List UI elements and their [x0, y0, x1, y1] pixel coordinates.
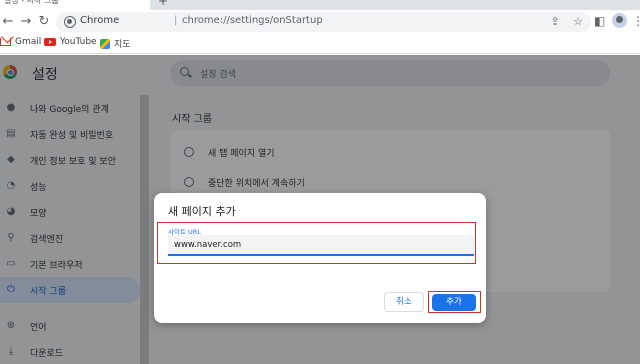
- cancel-button[interactable]: 취소: [384, 292, 424, 312]
- gmail-icon: [0, 38, 11, 46]
- bookmark-label: YouTube: [60, 37, 97, 47]
- bookmarks-bar: Gmail YouTube 지도: [0, 34, 640, 54]
- reload-icon[interactable]: ↻: [36, 14, 52, 30]
- forward-arrow-icon[interactable]: →: [18, 14, 34, 30]
- url-text[interactable]: chrome://settings/onStartup: [182, 15, 323, 26]
- site-url-input[interactable]: [168, 235, 474, 256]
- bookmark-youtube[interactable]: YouTube: [44, 37, 97, 47]
- tab-strip: 설정 - 시작 그룹 +: [0, 0, 640, 10]
- bookmark-label: Gmail: [15, 37, 42, 47]
- bookmark-star-icon[interactable]: ☆: [573, 15, 583, 28]
- dialog-title: 새 페이지 추가: [168, 205, 236, 218]
- chrome-site-icon: [64, 16, 76, 28]
- url-field-highlight: 사이트 URL: [157, 222, 476, 264]
- address-bar[interactable]: Chrome | chrome://settings/onStartup ⇪ ☆: [56, 12, 591, 32]
- browser-toolbar: ← → ↻ Chrome | chrome://settings/onStart…: [0, 10, 640, 34]
- profile-avatar[interactable]: [612, 13, 627, 28]
- side-panel-icon[interactable]: ◧: [594, 14, 605, 28]
- add-button[interactable]: 추가: [432, 294, 476, 311]
- share-icon[interactable]: ⇪: [550, 15, 559, 28]
- tab-settings[interactable]: 설정 - 시작 그룹: [0, 0, 150, 10]
- menu-icon[interactable]: ⋮: [632, 14, 640, 28]
- bookmark-gmail[interactable]: Gmail: [0, 37, 41, 47]
- add-page-dialog: 새 페이지 추가 사이트 URL 취소 추가: [154, 193, 486, 323]
- new-tab-button[interactable]: +: [158, 0, 168, 8]
- back-arrow-icon[interactable]: ←: [0, 14, 16, 30]
- omnibox-separator: |: [174, 15, 178, 26]
- maps-icon: [100, 38, 110, 49]
- bookmark-maps[interactable]: 지도: [100, 37, 131, 50]
- omnibox-brand: Chrome: [80, 15, 120, 26]
- bookmark-label: 지도: [114, 40, 131, 50]
- youtube-icon: [44, 38, 56, 46]
